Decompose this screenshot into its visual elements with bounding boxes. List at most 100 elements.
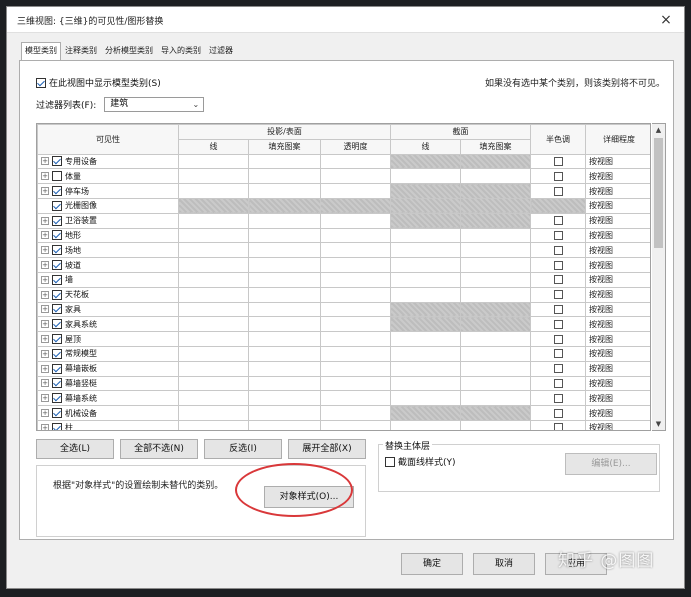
halftone-checkbox[interactable]: [553, 334, 563, 344]
visibility-checkbox[interactable]: [52, 289, 62, 300]
visibility-checkbox[interactable]: [52, 200, 62, 211]
table-row[interactable]: + 场地 按视图: [37, 242, 650, 259]
halftone-checkbox[interactable]: [553, 408, 563, 418]
detail-level-cell[interactable]: 按视图: [585, 197, 650, 214]
table-row[interactable]: + 墙按视图: [37, 271, 650, 288]
halftone-checkbox[interactable]: [553, 275, 563, 285]
visibility-checkbox[interactable]: [52, 304, 62, 315]
section-line-cell[interactable]: [390, 331, 462, 347]
projection-line-cell[interactable]: [178, 360, 249, 377]
filter-list-select[interactable]: 建筑 ⌄: [104, 97, 205, 112]
expand-plus-icon[interactable]: +: [41, 409, 49, 418]
projection-line-cell[interactable]: [178, 286, 249, 303]
halftone-checkbox[interactable]: [553, 319, 563, 329]
tab-4[interactable]: 过滤器: [205, 42, 237, 59]
halftone-checkbox[interactable]: [553, 216, 563, 226]
section-fill-cell[interactable]: [460, 257, 532, 273]
projection-fill-cell[interactable]: [248, 316, 321, 333]
transparency-cell[interactable]: [319, 227, 392, 244]
projection-fill-cell[interactable]: [248, 419, 321, 430]
section-line-cell[interactable]: [390, 360, 462, 377]
table-row[interactable]: + 体量 按视图: [37, 168, 650, 185]
ok-button[interactable]: 确定: [401, 553, 463, 575]
halftone-cell[interactable]: [530, 227, 587, 244]
section-line-cell[interactable]: [390, 316, 462, 333]
visibility-checkbox[interactable]: [52, 215, 62, 226]
table-row[interactable]: + 机械设备 按视图: [37, 405, 650, 421]
section-line-cell[interactable]: [390, 168, 462, 185]
detail-level-cell[interactable]: 按视图: [585, 316, 650, 333]
transparency-cell[interactable]: [319, 197, 392, 214]
detail-level-cell[interactable]: 按视图: [585, 331, 650, 347]
tab-1[interactable]: 注释类别: [61, 42, 101, 59]
projection-line-cell[interactable]: [178, 168, 249, 185]
expand-plus-icon[interactable]: +: [41, 335, 49, 344]
projection-fill-cell[interactable]: [248, 345, 321, 362]
detail-level-cell[interactable]: 按视图: [585, 390, 650, 407]
expand-plus-icon[interactable]: +: [41, 261, 49, 270]
halftone-cell[interactable]: [530, 257, 587, 273]
projection-fill-cell[interactable]: [248, 390, 321, 407]
halftone-cell[interactable]: [530, 183, 587, 199]
halftone-checkbox[interactable]: [553, 260, 563, 270]
table-row[interactable]: + 幕墙嵌板 按视图: [37, 360, 650, 377]
expand-plus-icon[interactable]: +: [41, 320, 49, 329]
halftone-cell[interactable]: [530, 375, 587, 392]
table-row[interactable]: + 专用设备 按视图: [37, 153, 650, 170]
transparency-cell[interactable]: [319, 168, 392, 185]
section-line-cell[interactable]: [390, 271, 462, 288]
cut-line-styles-option[interactable]: 截面线样式(Y): [385, 455, 456, 468]
projection-line-cell[interactable]: [178, 183, 249, 199]
table-row[interactable]: + 坡道 按视图: [37, 257, 650, 273]
transparency-cell[interactable]: [319, 405, 392, 421]
section-fill-cell[interactable]: [460, 183, 532, 199]
visibility-checkbox[interactable]: [52, 363, 62, 374]
halftone-cell[interactable]: [530, 331, 587, 347]
halftone-checkbox[interactable]: [553, 364, 563, 374]
projection-fill-cell[interactable]: [248, 257, 321, 273]
grid-vertical-scrollbar[interactable]: ▲ ▼: [652, 123, 666, 431]
halftone-checkbox[interactable]: [553, 290, 563, 300]
select-none-button[interactable]: 全部不选(N): [120, 439, 198, 459]
transparency-cell[interactable]: [319, 183, 392, 199]
section-fill-cell[interactable]: [460, 331, 532, 347]
expand-plus-icon[interactable]: +: [41, 394, 49, 403]
halftone-cell[interactable]: [530, 301, 587, 318]
detail-level-cell[interactable]: 按视图: [585, 242, 650, 259]
transparency-cell[interactable]: [319, 271, 392, 288]
detail-level-cell[interactable]: 按视图: [585, 212, 650, 229]
visibility-checkbox[interactable]: [52, 393, 62, 404]
projection-line-cell[interactable]: [178, 271, 249, 288]
halftone-cell[interactable]: [530, 212, 587, 229]
section-fill-cell[interactable]: [460, 405, 532, 421]
visibility-checkbox[interactable]: [52, 319, 62, 330]
section-fill-cell[interactable]: [460, 227, 532, 244]
halftone-cell[interactable]: [530, 345, 587, 362]
section-fill-cell[interactable]: [460, 286, 532, 303]
section-line-cell[interactable]: [390, 390, 462, 407]
cancel-button[interactable]: 取消: [473, 553, 535, 575]
section-fill-cell[interactable]: [460, 360, 532, 377]
transparency-cell[interactable]: [319, 360, 392, 377]
section-line-cell[interactable]: [390, 227, 462, 244]
scroll-up-icon[interactable]: ▲: [652, 124, 665, 136]
section-line-cell[interactable]: [390, 153, 462, 170]
visibility-checkbox[interactable]: [52, 378, 62, 389]
projection-fill-cell[interactable]: [248, 301, 321, 318]
expand-plus-icon[interactable]: +: [41, 157, 49, 166]
table-row[interactable]: + 家具系统 按视图: [37, 316, 650, 333]
expand-plus-icon[interactable]: +: [41, 423, 49, 430]
section-line-cell[interactable]: [390, 212, 462, 229]
projection-fill-cell[interactable]: [248, 375, 321, 392]
halftone-cell[interactable]: [530, 271, 587, 288]
expand-plus-icon[interactable]: +: [41, 349, 49, 358]
halftone-checkbox[interactable]: [553, 423, 563, 430]
section-line-cell[interactable]: [390, 405, 462, 421]
section-line-cell[interactable]: [390, 345, 462, 362]
expand-plus-icon[interactable]: +: [41, 231, 49, 240]
halftone-cell[interactable]: [530, 360, 587, 377]
halftone-cell[interactable]: [530, 153, 587, 170]
visibility-checkbox[interactable]: [52, 348, 62, 359]
projection-fill-cell[interactable]: [248, 197, 321, 214]
halftone-cell[interactable]: [530, 405, 587, 421]
